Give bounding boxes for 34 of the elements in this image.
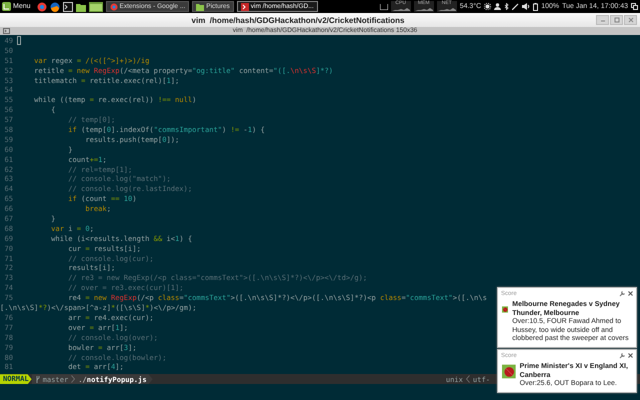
- battery-icon[interactable]: [533, 2, 538, 10]
- settings-button[interactable]: [619, 352, 625, 358]
- close-button[interactable]: [628, 353, 633, 358]
- branch-icon: [36, 376, 40, 383]
- globe-icon: [110, 2, 118, 10]
- brightness-icon[interactable]: [484, 3, 492, 10]
- speaker-icon[interactable]: [522, 3, 530, 10]
- chevron-icon: [71, 375, 76, 384]
- maximize-icon: [614, 17, 620, 23]
- window-title: vim /home/hash/GDGHackathon/v2/CricketNotifications: [190, 16, 406, 24]
- terminal-icon[interactable]: [62, 2, 73, 12]
- globe-icon[interactable]: [36, 2, 47, 12]
- wrench-icon: [619, 290, 625, 296]
- terminal-icon: [240, 2, 249, 10]
- bluetooth-icon[interactable]: [504, 3, 510, 10]
- load-graph-icon: [414, 6, 433, 11]
- windows-icon[interactable]: [631, 3, 638, 10]
- wrench-icon: [619, 352, 625, 358]
- tray-icon: [380, 4, 388, 10]
- menu-logo-icon: [2, 2, 11, 11]
- load-graph-icon: [392, 6, 410, 11]
- chevron-icon: [466, 375, 470, 384]
- user-icon[interactable]: [494, 3, 502, 10]
- fox-globe-icon[interactable]: [50, 2, 60, 12]
- folder-icon: [196, 2, 204, 10]
- close-button[interactable]: [628, 291, 633, 296]
- pen-icon[interactable]: [512, 3, 520, 10]
- window-icon[interactable]: [88, 2, 103, 12]
- close-icon: [628, 291, 633, 296]
- load-graph-icon: [438, 6, 456, 11]
- close-icon: [628, 17, 634, 23]
- terminal-window-icon: [3, 28, 10, 34]
- close-icon: [628, 353, 633, 358]
- settings-button[interactable]: [619, 290, 625, 296]
